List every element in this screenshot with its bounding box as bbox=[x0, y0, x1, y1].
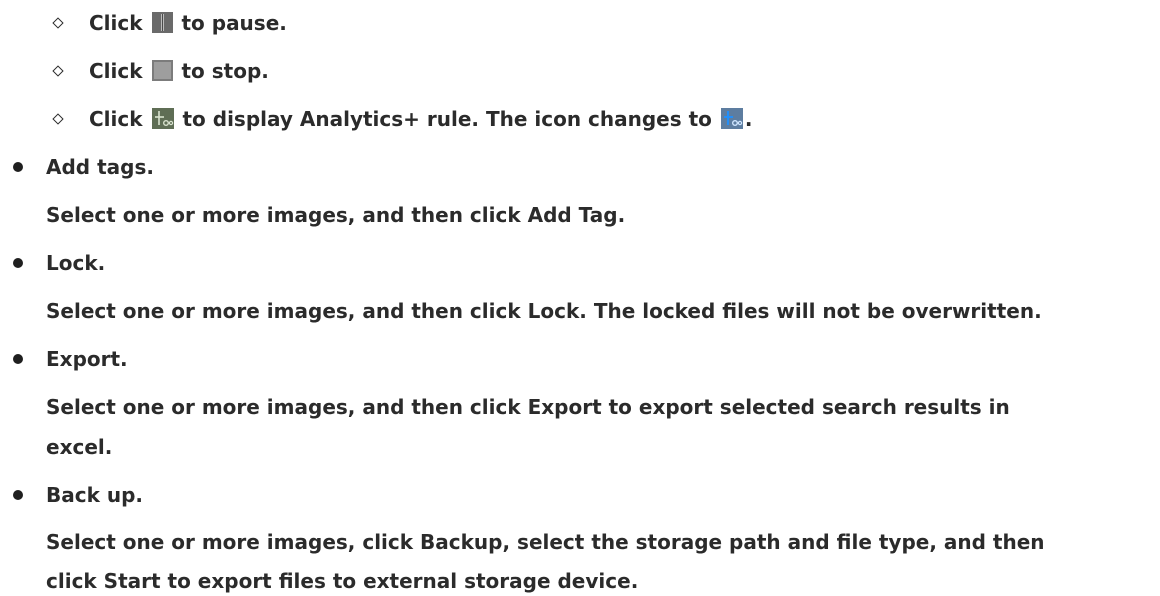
sub-item-text: to stop. bbox=[181, 59, 269, 83]
sub-item-text: Click bbox=[89, 11, 143, 35]
sub-item-text: . bbox=[744, 107, 753, 131]
diamond-bullet-icon bbox=[52, 113, 64, 125]
sub-item-text: to pause. bbox=[181, 11, 287, 35]
list-item-title: Add tags. bbox=[46, 155, 154, 179]
bullet-icon bbox=[13, 162, 23, 172]
list-item-title: Lock. bbox=[46, 251, 106, 275]
sub-item-text: to display Analytics+ rule. The icon cha… bbox=[182, 107, 712, 131]
list-item-title: Back up. bbox=[46, 483, 144, 507]
bullet-icon bbox=[13, 258, 23, 268]
diamond-bullet-icon bbox=[52, 65, 64, 77]
list-item-title: Export. bbox=[46, 347, 128, 371]
bullet-icon bbox=[13, 354, 23, 364]
sub-item-text: Click bbox=[89, 107, 143, 131]
analytics-rule-icon bbox=[151, 107, 174, 137]
bullet-icon bbox=[13, 490, 23, 500]
diamond-bullet-icon bbox=[52, 17, 64, 29]
stop-icon bbox=[151, 60, 173, 81]
sub-item-text: Click bbox=[89, 59, 143, 83]
analytics-rule-active-icon bbox=[720, 107, 743, 137]
pause-icon bbox=[151, 12, 173, 33]
